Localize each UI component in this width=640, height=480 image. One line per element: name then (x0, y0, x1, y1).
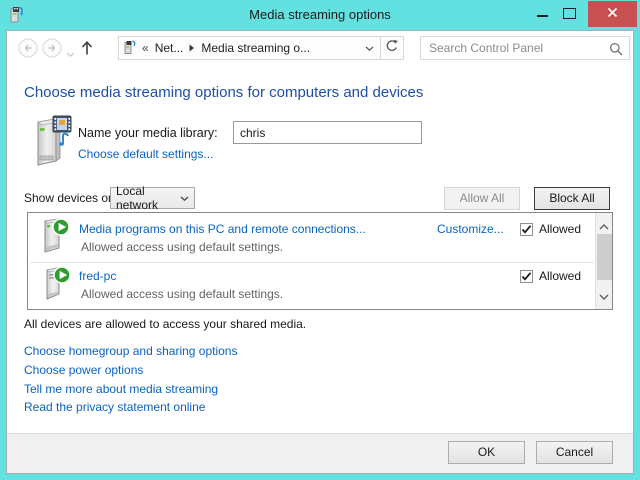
media-streaming-help-link[interactable]: Tell me more about media streaming (24, 382, 218, 396)
allow-all-button[interactable]: Allow All (444, 187, 520, 210)
media-programs-device-icon (40, 217, 70, 260)
cancel-button[interactable]: Cancel (536, 441, 613, 464)
minimize-button[interactable] (537, 15, 548, 17)
media-programs-description: Allowed access using default settings. (81, 240, 283, 254)
breadcrumb-location-icon (123, 39, 136, 58)
forward-button[interactable] (42, 38, 62, 58)
ok-button[interactable]: OK (448, 441, 525, 464)
search-input[interactable] (421, 37, 629, 59)
fred-pc-description: Allowed access using default settings. (81, 287, 283, 301)
fred-pc-link[interactable]: fred-pc (79, 269, 116, 283)
scroll-up-icon[interactable] (599, 217, 609, 235)
fred-pc-allowed-checkbox[interactable] (520, 270, 533, 283)
page-title: Choose media streaming options for compu… (24, 84, 423, 101)
choose-default-settings-link[interactable]: Choose default settings... (78, 147, 213, 161)
refresh-icon (385, 39, 399, 58)
library-name-input[interactable] (233, 121, 422, 144)
combo-chevron-icon (180, 191, 189, 205)
customize-link[interactable]: Customize... (437, 222, 504, 236)
media-programs-allowed-checkbox[interactable] (520, 223, 533, 236)
homegroup-options-link[interactable]: Choose homegroup and sharing options (24, 344, 237, 358)
show-devices-select[interactable]: Local network (110, 187, 195, 209)
device-list: Media programs on this PC and remote con… (27, 212, 613, 310)
media-programs-allowed-label: Allowed (539, 222, 581, 236)
fred-pc-device-icon (41, 265, 71, 308)
breadcrumb[interactable]: « Net... Media streaming o... (118, 36, 381, 60)
refresh-button[interactable] (380, 36, 404, 60)
media-programs-link[interactable]: Media programs on this PC and remote con… (79, 222, 366, 236)
breadcrumb-separator-icon (189, 41, 195, 55)
close-button[interactable] (588, 1, 637, 27)
status-text: All devices are allowed to access your s… (24, 317, 306, 331)
up-button[interactable] (80, 39, 94, 61)
media-library-icon (30, 114, 74, 171)
block-all-button[interactable]: Block All (534, 187, 610, 210)
scrollbar-thumb[interactable] (597, 234, 612, 280)
title-bar[interactable]: Media streaming options (0, 0, 640, 30)
media-streaming-options-window: Media streaming options (0, 0, 640, 480)
device-list-scrollbar[interactable] (595, 213, 612, 309)
power-options-link[interactable]: Choose power options (24, 363, 143, 377)
show-devices-value: Local network (116, 184, 180, 212)
breadcrumb-overflow[interactable]: « (142, 41, 149, 55)
recent-pages-chevron-icon[interactable] (66, 45, 75, 63)
fred-pc-allowed-label: Allowed (539, 269, 581, 283)
breadcrumb-item-network[interactable]: Net... (155, 41, 184, 55)
close-icon (607, 5, 618, 23)
search-icon[interactable] (609, 42, 623, 61)
row-divider (30, 262, 594, 263)
maximize-button[interactable] (563, 8, 576, 19)
breadcrumb-item-current[interactable]: Media streaming o... (201, 41, 310, 55)
privacy-statement-link[interactable]: Read the privacy statement online (24, 400, 205, 414)
search-box (420, 36, 630, 60)
back-button[interactable] (18, 38, 38, 58)
scroll-down-icon[interactable] (599, 287, 609, 305)
library-name-label: Name your media library: (78, 126, 218, 140)
show-devices-label: Show devices on: (24, 191, 118, 205)
address-dropdown-chevron-icon[interactable] (365, 41, 374, 55)
